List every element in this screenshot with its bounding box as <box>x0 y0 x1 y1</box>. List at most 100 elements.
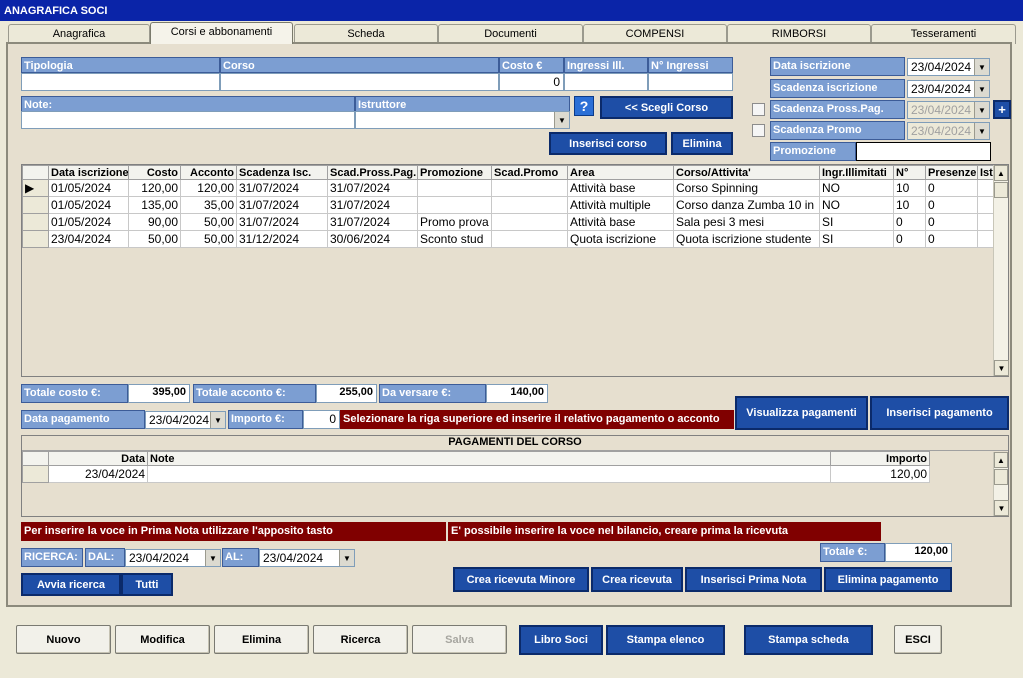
note-input[interactable] <box>21 111 355 129</box>
totale-label: Totale €: <box>820 543 885 562</box>
elimina-pagamento-button[interactable]: Elimina pagamento <box>824 567 952 592</box>
elimina-button[interactable]: Elimina <box>214 625 309 654</box>
scroll-thumb[interactable] <box>994 469 1008 485</box>
courses-table: Data iscrizione Costo Acconto Scadenza I… <box>22 165 995 248</box>
window-title: ANAGRAFICA SOCI <box>0 0 1023 21</box>
column-header[interactable]: Costo <box>128 165 181 180</box>
scadenza-promo-checkbox[interactable] <box>752 124 765 137</box>
scadenza-iscrizione-label: Scadenza iscrizione <box>770 79 905 98</box>
crea-ricevuta-button[interactable]: Crea ricevuta <box>591 567 683 592</box>
chevron-down-icon: ▼ <box>974 59 989 75</box>
istruttore-select[interactable]: ▼ <box>355 111 570 129</box>
da-versare-value: 140,00 <box>486 384 548 403</box>
column-header[interactable]: Area <box>567 165 674 180</box>
importo-input[interactable]: 0 <box>303 410 340 429</box>
courses-grid[interactable]: Data iscrizione Costo Acconto Scadenza I… <box>21 164 1009 377</box>
column-header[interactable]: Data <box>48 451 148 466</box>
column-header[interactable]: Scad.Pross.Pag. <box>327 165 418 180</box>
tab-anagrafica[interactable]: Anagrafica <box>8 24 150 44</box>
column-header[interactable]: Ist <box>977 165 995 180</box>
table-row[interactable]: 23/04/2024 50,00 50,00 31/12/2024 30/06/2024… <box>22 230 995 248</box>
scroll-up-icon[interactable]: ▲ <box>994 452 1008 468</box>
chevron-down-icon: ▼ <box>974 102 989 118</box>
scroll-thumb[interactable] <box>994 182 1008 198</box>
add-button[interactable]: + <box>993 100 1011 119</box>
scadenza-promo-label: Scadenza Promo <box>770 121 905 140</box>
column-header[interactable]: Corso/Attivita' <box>673 165 820 180</box>
modifica-button[interactable]: Modifica <box>115 625 210 654</box>
dal-label: DAL: <box>85 548 125 567</box>
crea-ricevuta-minore-button[interactable]: Crea ricevuta Minore <box>453 567 589 592</box>
tab-corsi-abbonamenti[interactable]: Corsi e abbonamenti <box>150 22 293 44</box>
inserisci-pagamento-button[interactable]: Inserisci pagamento <box>870 396 1009 430</box>
ricerca-button[interactable]: Ricerca <box>313 625 408 654</box>
libro-soci-button[interactable]: Libro Soci <box>519 625 603 655</box>
ingressi-ill-input[interactable] <box>564 73 648 91</box>
column-header[interactable]: Note <box>147 451 831 466</box>
scroll-down-icon[interactable]: ▼ <box>994 500 1009 516</box>
scadenza-pross-picker[interactable]: 23/04/2024 ▼ <box>907 101 990 119</box>
column-header[interactable]: Scad.Promo <box>491 165 568 180</box>
corso-input[interactable] <box>220 73 499 91</box>
scadenza-iscrizione-picker[interactable]: 23/04/2024 ▼ <box>907 80 990 98</box>
ingressi-ill-label: Ingressi Ill. <box>564 57 648 73</box>
column-header[interactable]: Ingr.Illimitati <box>819 165 894 180</box>
scadenza-promo-picker[interactable]: 23/04/2024 ▼ <box>907 122 990 140</box>
tab-scheda[interactable]: Scheda <box>294 24 438 44</box>
al-date-picker[interactable]: 23/04/2024 ▼ <box>259 549 355 567</box>
tipologia-label: Tipologia <box>21 57 220 73</box>
scroll-up-icon[interactable]: ▲ <box>994 165 1008 181</box>
data-iscrizione-label: Data iscrizione <box>770 57 905 76</box>
tab-tesseramenti[interactable]: Tesseramenti <box>871 24 1016 44</box>
column-header[interactable]: Presenze <box>925 165 978 180</box>
courses-scrollbar[interactable]: ▲ ▼ <box>993 165 1009 376</box>
dal-date-picker[interactable]: 23/04/2024 ▼ <box>125 549 221 567</box>
column-header[interactable]: Acconto <box>180 165 237 180</box>
tutti-button[interactable]: Tutti <box>121 573 173 596</box>
help-icon[interactable]: ? <box>574 96 594 116</box>
chevron-down-icon: ▼ <box>974 81 989 97</box>
esci-button[interactable]: ESCI <box>894 625 942 654</box>
data-pagamento-picker[interactable]: 23/04/2024 ▼ <box>145 411 226 429</box>
avvia-ricerca-button[interactable]: Avvia ricerca <box>21 573 121 596</box>
tab-compensi[interactable]: COMPENSI <box>583 24 727 44</box>
payment-hint: Selezionare la riga superiore ed inserir… <box>340 410 734 429</box>
tab-documenti[interactable]: Documenti <box>438 24 583 44</box>
elimina-corso-button[interactable]: Elimina <box>671 132 733 155</box>
totale-costo-value: 395,00 <box>128 384 190 403</box>
column-header[interactable]: Promozione <box>417 165 492 180</box>
table-row[interactable]: ▶ 01/05/2024 120,00 120,00 31/07/2024 31/07/… <box>22 179 995 197</box>
table-header-row: Data Note Importo <box>22 451 930 466</box>
inserisci-corso-button[interactable]: Inserisci corso <box>549 132 667 155</box>
promozione-input[interactable] <box>856 142 991 161</box>
stampa-elenco-button[interactable]: Stampa elenco <box>606 625 725 655</box>
table-row[interactable]: 01/05/2024 90,00 50,00 31/07/2024 31/07/2024… <box>22 213 995 231</box>
payments-grid[interactable]: PAGAMENTI DEL CORSO Data Note Importo 23… <box>21 435 1009 517</box>
column-header[interactable]: Data iscrizione <box>48 165 129 180</box>
scroll-down-icon[interactable]: ▼ <box>994 360 1009 376</box>
prima-nota-message: Per inserire la voce in Prima Nota utili… <box>21 522 446 541</box>
column-header[interactable]: N° <box>893 165 926 180</box>
tab-rimborsi[interactable]: RIMBORSI <box>727 24 871 44</box>
costo-label: Costo € <box>499 57 564 73</box>
payments-scrollbar[interactable]: ▲ ▼ <box>993 452 1009 516</box>
costo-input[interactable]: 0 <box>499 73 564 91</box>
data-iscrizione-picker[interactable]: 23/04/2024 ▼ <box>907 58 990 76</box>
inserisci-prima-nota-button[interactable]: Inserisci Prima Nota <box>685 567 822 592</box>
table-row[interactable]: 01/05/2024 135,00 35,00 31/07/2024 31/07/202… <box>22 196 995 214</box>
totale-costo-label: Totale costo €: <box>21 384 128 403</box>
column-header[interactable]: Importo <box>830 451 930 466</box>
row-selector-icon[interactable]: ▶ <box>22 179 49 197</box>
salva-button[interactable]: Salva <box>412 625 507 654</box>
importo-label: Importo €: <box>228 410 303 429</box>
nuovo-button[interactable]: Nuovo <box>16 625 111 654</box>
column-header[interactable]: Scadenza Isc. <box>236 165 328 180</box>
table-header-row: Data iscrizione Costo Acconto Scadenza I… <box>22 165 995 180</box>
stampa-scheda-button[interactable]: Stampa scheda <box>744 625 873 655</box>
n-ingressi-input[interactable] <box>648 73 733 91</box>
visualizza-pagamenti-button[interactable]: Visualizza pagamenti <box>735 396 868 430</box>
scadenza-pross-checkbox[interactable] <box>752 103 765 116</box>
scegli-corso-button[interactable]: << Scegli Corso <box>600 96 733 119</box>
table-row[interactable]: 23/04/2024 120,00 <box>22 465 930 483</box>
tipologia-input[interactable] <box>21 73 220 91</box>
